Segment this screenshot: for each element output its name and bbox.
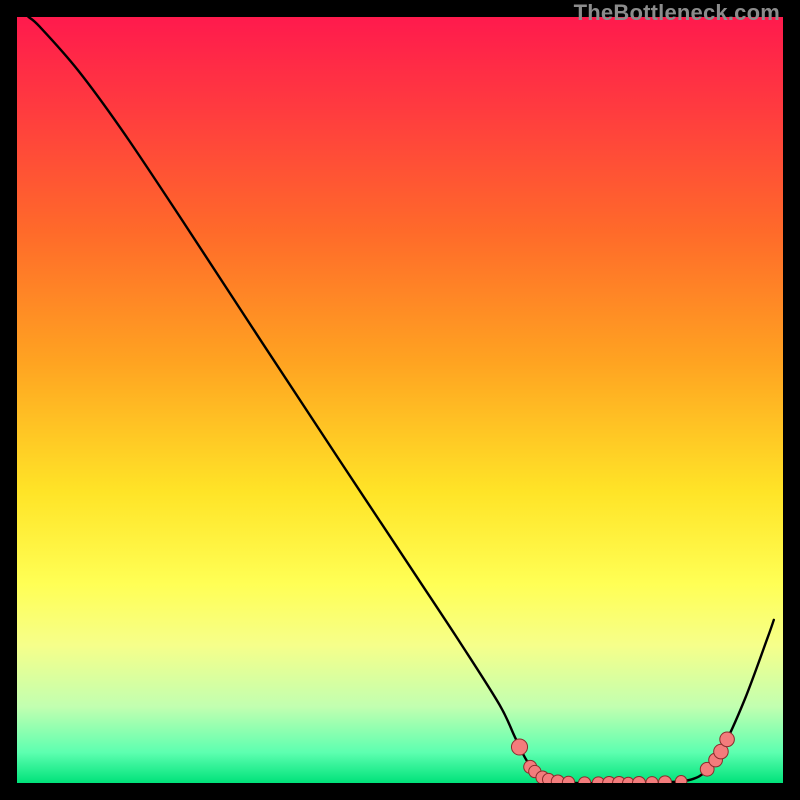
chart-frame: TheBottleneck.com: [0, 0, 800, 800]
data-point: [511, 739, 527, 755]
chart-svg: [17, 17, 783, 783]
data-point: [675, 776, 687, 783]
watermark-text: TheBottleneck.com: [574, 0, 780, 26]
data-point: [720, 732, 735, 747]
chart-plot-area: [17, 17, 783, 783]
chart-background-gradient: [17, 17, 783, 783]
